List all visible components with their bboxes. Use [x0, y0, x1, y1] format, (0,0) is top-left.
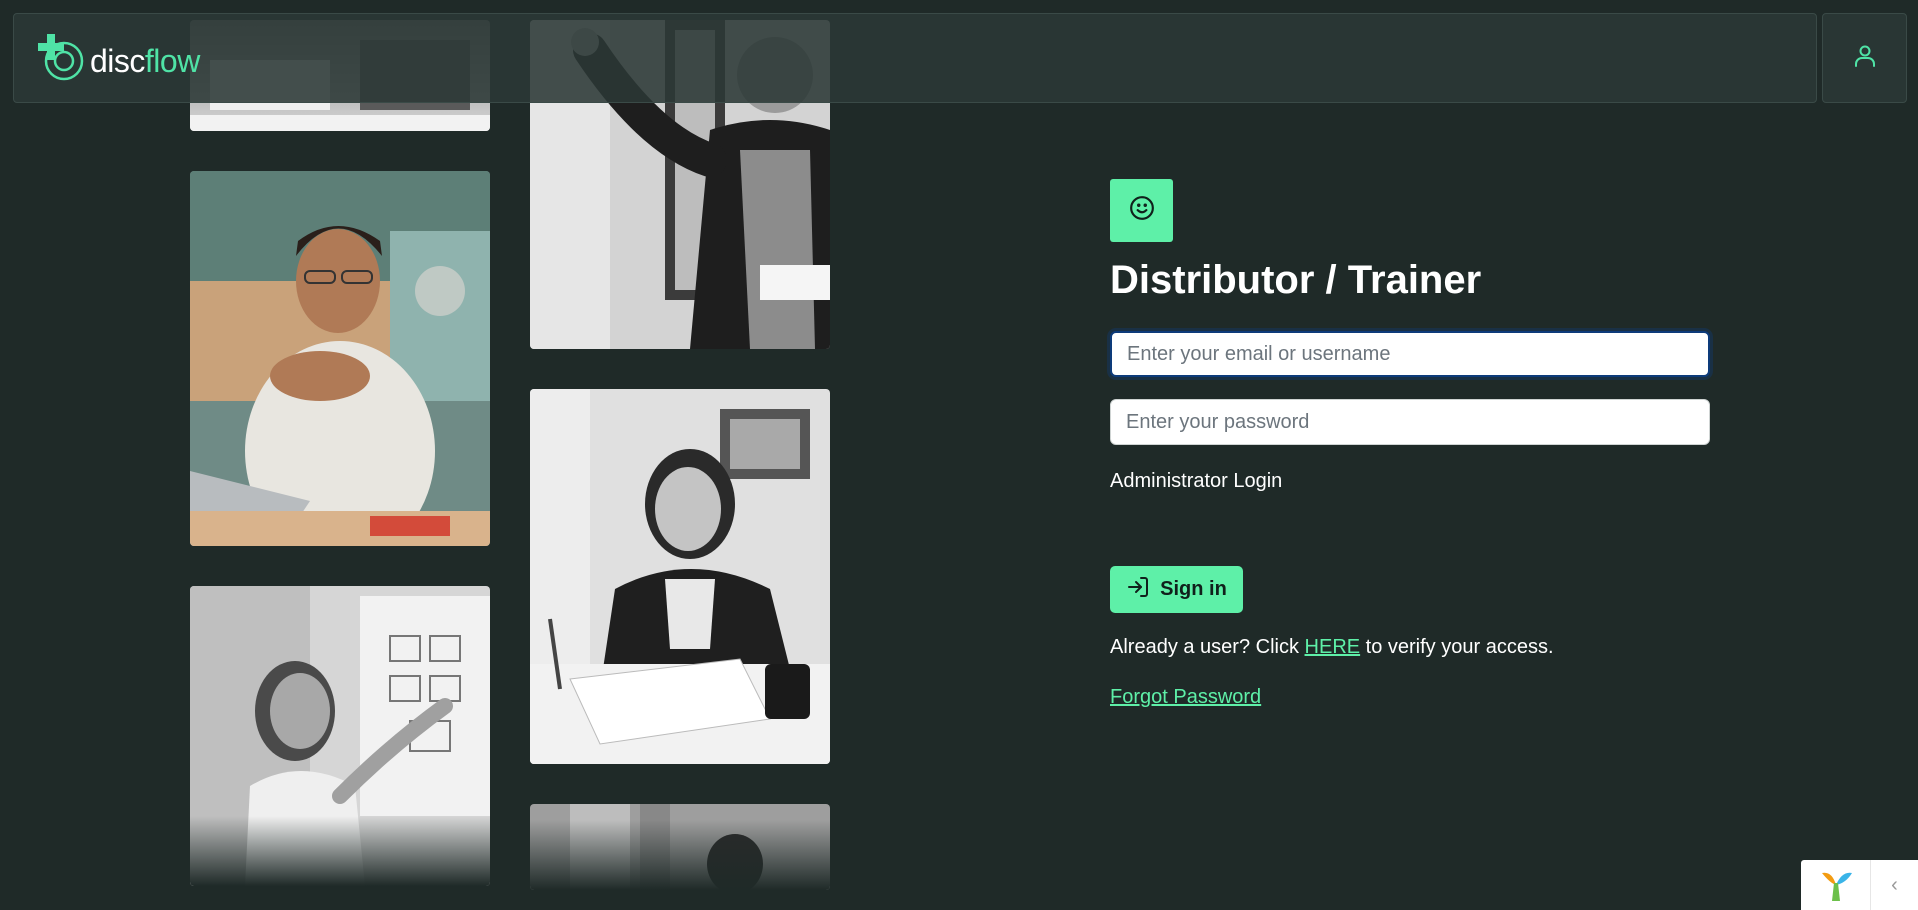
discflow-logo-icon [34, 32, 86, 89]
email-field[interactable] [1110, 331, 1710, 377]
photo-man-laptop [190, 171, 490, 546]
user-icon [1853, 44, 1877, 73]
sign-in-icon [1126, 575, 1150, 605]
login-page: discflow Distributor / Trainer Administr… [0, 0, 1918, 910]
role-badge [1110, 179, 1173, 242]
verify-access-text: Already a user? Click HERE to verify you… [1110, 636, 1554, 659]
logo-text-disc: disc [90, 42, 145, 79]
verify-here-link[interactable]: HERE [1305, 636, 1361, 658]
yii-logo-icon[interactable] [1801, 860, 1871, 910]
logo-text-flow: flow [144, 42, 200, 79]
forgot-password-wrapper: Forgot Password [1110, 686, 1261, 709]
chevron-left-icon[interactable]: ‹ [1871, 874, 1918, 897]
logo-wordmark: discflow [90, 45, 200, 77]
verify-prefix: Already a user? Click [1110, 636, 1305, 658]
debug-toolbar: ‹ [1801, 860, 1918, 910]
photo-woman-desk [530, 389, 830, 764]
smile-icon [1129, 195, 1155, 226]
photo-woman-whiteboard [190, 586, 490, 886]
user-menu-button[interactable] [1822, 13, 1907, 103]
photo-bottom-right [530, 804, 830, 890]
sign-in-label: Sign in [1160, 578, 1227, 600]
forgot-password-link[interactable]: Forgot Password [1110, 686, 1261, 708]
top-navbar: discflow [13, 13, 1817, 103]
administrator-login-link[interactable]: Administrator Login [1110, 470, 1282, 493]
page-title: Distributor / Trainer [1110, 258, 1482, 302]
password-field[interactable] [1110, 399, 1710, 445]
discflow-logo[interactable]: discflow [34, 32, 200, 89]
photo-fade [530, 820, 830, 890]
verify-suffix: to verify your access. [1360, 636, 1554, 658]
photo-fade [190, 816, 490, 886]
sign-in-button[interactable]: Sign in [1110, 566, 1243, 613]
